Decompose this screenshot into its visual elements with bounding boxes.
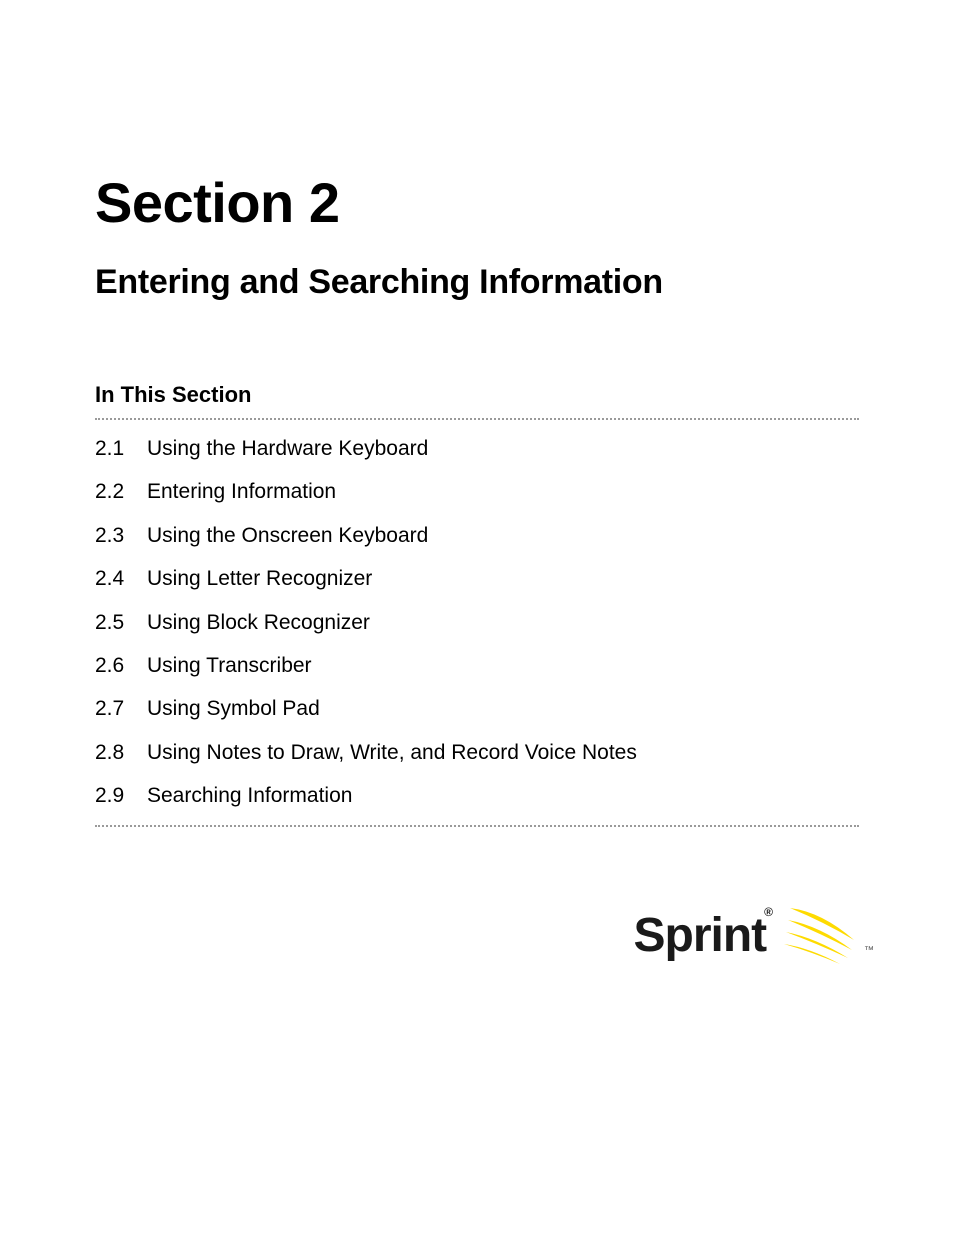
toc-item: 2.1 Using the Hardware Keyboard [95,434,859,463]
toc-item: 2.8 Using Notes to Draw, Write, and Reco… [95,738,859,767]
toc-item-label: Searching Information [147,781,352,810]
toc-item: 2.2 Entering Information [95,477,859,506]
divider-top [95,418,859,420]
toc-item-label: Using Letter Recognizer [147,564,372,593]
toc-item-label: Using Symbol Pad [147,694,320,723]
registered-mark: ® [764,905,772,919]
toc-header: In This Section [95,382,859,408]
toc-item-number: 2.2 [95,477,147,506]
brand-logo: Sprint® ™ [634,900,875,970]
toc-item-label: Entering Information [147,477,336,506]
section-title: Section 2 [95,170,859,235]
toc-item-label: Using Transcriber [147,651,312,680]
toc-item: 2.3 Using the Onscreen Keyboard [95,521,859,550]
brand-name: Sprint® [634,908,775,963]
toc-item-number: 2.5 [95,608,147,637]
toc-item-label: Using the Onscreen Keyboard [147,521,428,550]
toc-item: 2.7 Using Symbol Pad [95,694,859,723]
toc-item-number: 2.8 [95,738,147,767]
trademark-mark: ™ [864,945,874,956]
toc-item: 2.5 Using Block Recognizer [95,608,859,637]
sprint-wing-icon [782,900,860,970]
toc-item-label: Using Block Recognizer [147,608,370,637]
toc-item: 2.6 Using Transcriber [95,651,859,680]
toc-item-label: Using the Hardware Keyboard [147,434,428,463]
toc-item-number: 2.7 [95,694,147,723]
toc-item-number: 2.4 [95,564,147,593]
toc-list: 2.1 Using the Hardware Keyboard 2.2 Ente… [95,434,859,811]
toc-item-number: 2.6 [95,651,147,680]
divider-bottom [95,825,859,827]
section-subtitle: Entering and Searching Information [95,263,859,302]
toc-item-number: 2.3 [95,521,147,550]
brand-name-text: Sprint [634,909,767,962]
toc-item-number: 2.9 [95,781,147,810]
toc-item: 2.9 Searching Information [95,781,859,810]
toc-item: 2.4 Using Letter Recognizer [95,564,859,593]
toc-item-label: Using Notes to Draw, Write, and Record V… [147,738,637,767]
toc-item-number: 2.1 [95,434,147,463]
